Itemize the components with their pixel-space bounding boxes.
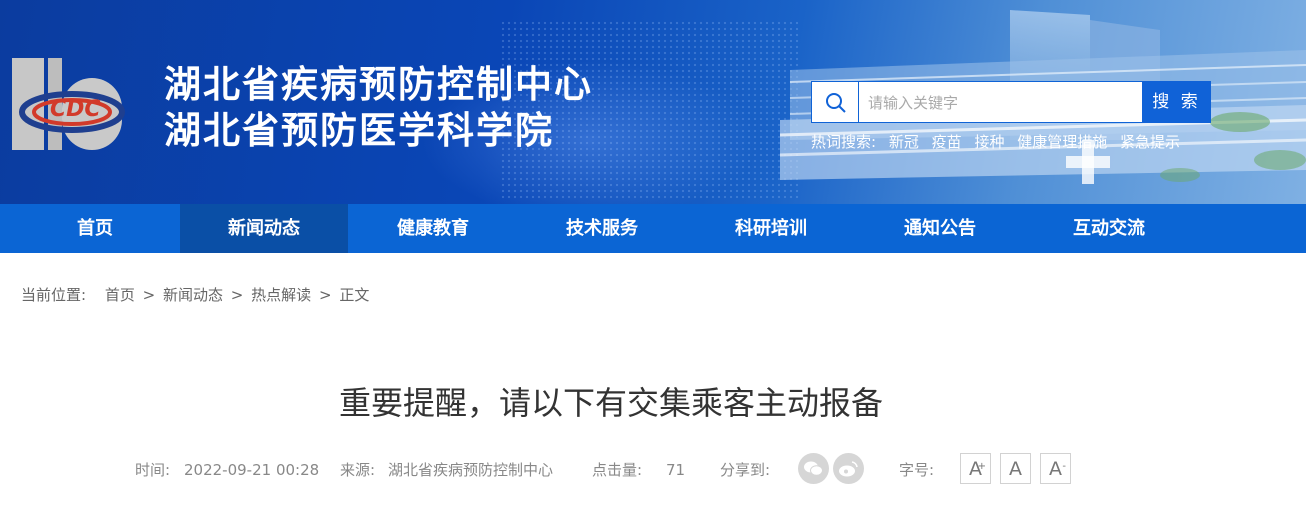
font-size-decrease-button[interactable]: A- (1040, 453, 1071, 484)
nav-item-health-education[interactable]: 健康教育 (349, 204, 517, 253)
font-size-reset-label: A (1009, 458, 1022, 480)
breadcrumb-item-hot-topics[interactable]: 热点解读 (251, 286, 311, 304)
weibo-share-icon[interactable] (833, 453, 864, 484)
plus-icon: + (977, 461, 986, 472)
weibo-icon (839, 461, 858, 477)
search-bar: 搜 索 (811, 81, 1211, 123)
nav-item-notices[interactable]: 通知公告 (856, 204, 1024, 253)
breadcrumb-item-current: 正文 (339, 286, 370, 304)
font-size-decrease-label: A (1049, 458, 1062, 480)
hot-search-term[interactable]: 新冠 (889, 133, 919, 151)
meta-clicks: 71 (666, 461, 686, 479)
hot-search-term[interactable]: 紧急提示 (1120, 133, 1180, 151)
site-title: 湖北省疾病预防控制中心 湖北省预防医学科学院 (164, 62, 593, 154)
meta-font-label: 字号: (899, 461, 935, 479)
search-button[interactable]: 搜 索 (1142, 81, 1211, 123)
site-title-line1: 湖北省疾病预防控制中心 (164, 63, 593, 106)
nav-item-technical-services[interactable]: 技术服务 (518, 204, 686, 253)
hot-search: 热词搜索: 新冠 疫苗 接种 健康管理措施 紧急提示 (811, 131, 1188, 152)
svg-text:CDC: CDC (50, 97, 101, 122)
site-header: CDC 湖北省疾病预防控制中心 湖北省预防医学科学院 搜 索 热词搜索: 新冠 … (0, 0, 1306, 204)
breadcrumb-separator: > (230, 286, 244, 304)
font-size-increase-button[interactable]: A + (960, 453, 991, 484)
breadcrumb: 当前位置: 首页 > 新闻动态 > 热点解读 > 正文 (21, 284, 369, 305)
breadcrumb-separator: > (142, 286, 156, 304)
hot-search-term[interactable]: 健康管理措施 (1017, 133, 1107, 151)
nav-item-interaction[interactable]: 互动交流 (1025, 204, 1193, 253)
minus-icon: - (1062, 461, 1066, 472)
search-input[interactable] (866, 88, 1140, 118)
meta-share-label: 分享到: (720, 461, 771, 479)
nav-item-research-training[interactable]: 科研培训 (687, 204, 855, 253)
nav-item-news[interactable]: 新闻动态 (180, 204, 348, 253)
main-nav: 首页 新闻动态 健康教育 技术服务 科研培训 通知公告 互动交流 (0, 204, 1306, 253)
breadcrumb-item-home[interactable]: 首页 (105, 286, 135, 304)
hot-search-term[interactable]: 接种 (974, 133, 1004, 151)
breadcrumb-item-news[interactable]: 新闻动态 (163, 286, 223, 304)
meta-source: 湖北省疾病预防控制中心 (388, 461, 554, 479)
search-divider (858, 82, 859, 122)
article-title: 重要提醒，请以下有交集乘客主动报备 (338, 384, 883, 422)
site-title-line2: 湖北省预防医学科学院 (164, 109, 554, 152)
hot-search-term[interactable]: 疫苗 (932, 133, 962, 151)
wechat-share-icon[interactable] (798, 453, 829, 484)
cdc-logo: CDC (12, 58, 125, 150)
breadcrumb-separator: > (318, 286, 332, 304)
hot-search-label: 热词搜索: (811, 133, 877, 151)
meta-clicks-label: 点击量: (592, 461, 643, 479)
font-size-reset-button[interactable]: A (1000, 453, 1031, 484)
nav-item-home[interactable]: 首页 (11, 204, 179, 253)
wechat-icon (804, 461, 823, 476)
meta-time: 2022-09-21 00:28 (184, 461, 320, 479)
meta-time-label: 时间: (135, 461, 171, 479)
breadcrumb-label: 当前位置: (21, 286, 87, 304)
search-box (811, 81, 1144, 123)
search-icon (826, 93, 846, 113)
meta-source-label: 来源: (340, 461, 376, 479)
